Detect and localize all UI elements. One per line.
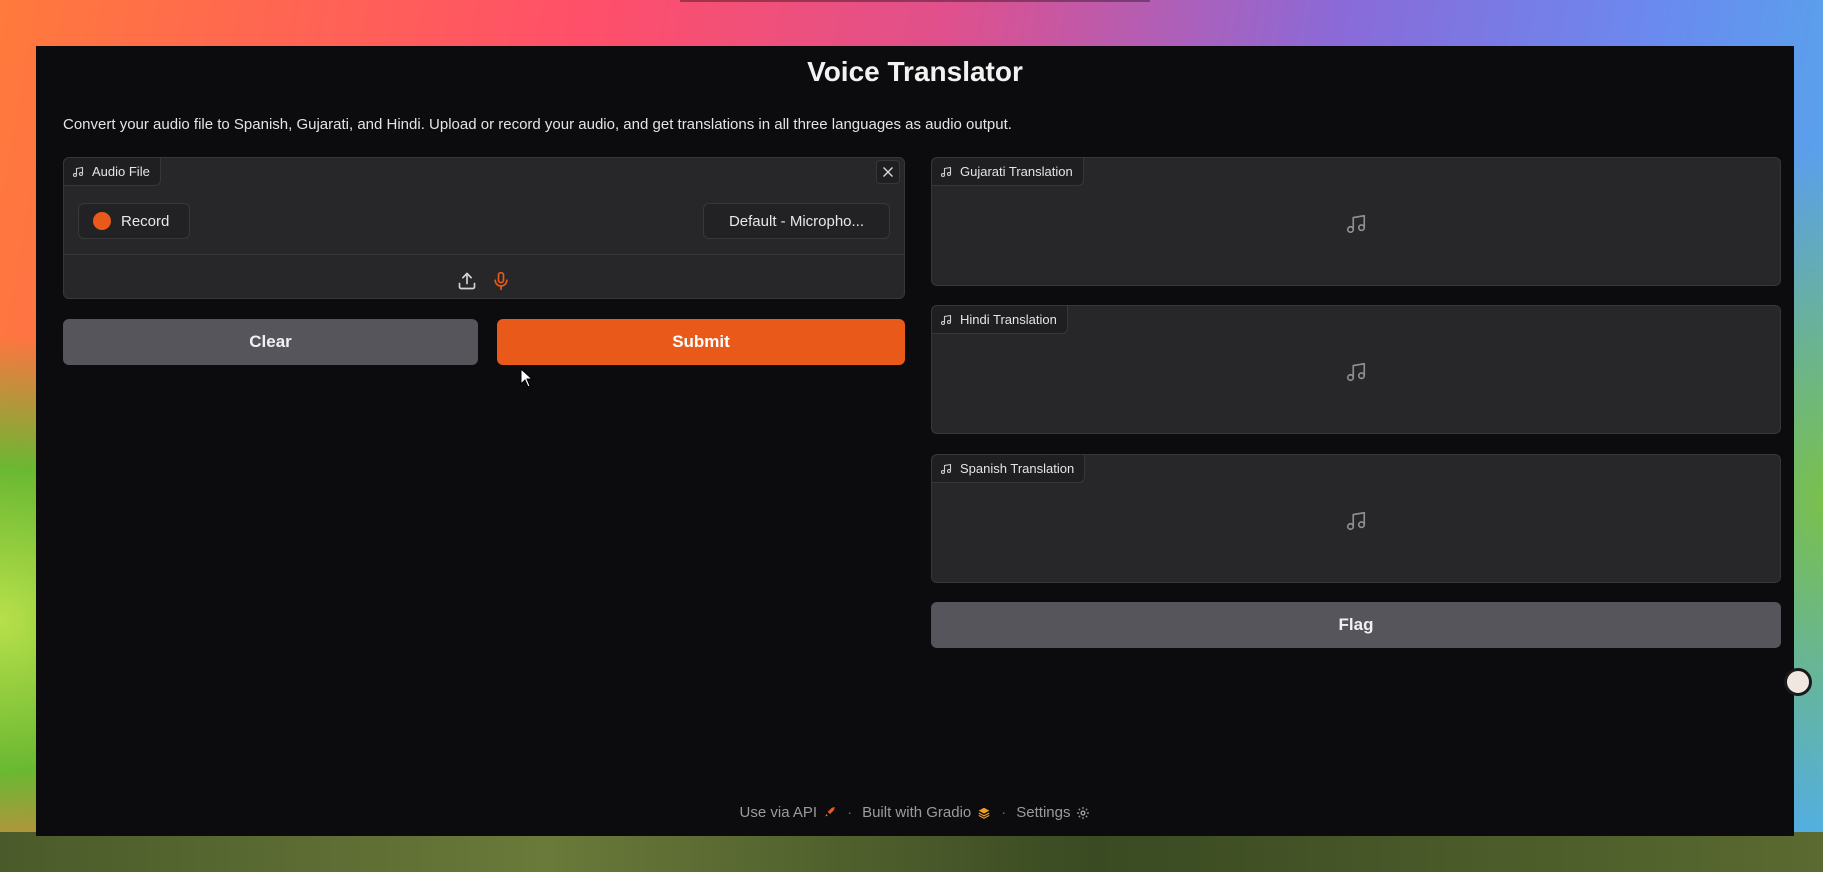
flag-button-label: Flag — [1338, 615, 1374, 634]
record-dot-icon — [93, 212, 111, 230]
microphone-select[interactable]: Default - Micropho... — [703, 203, 890, 239]
use-via-api-label: Use via API — [739, 804, 818, 821]
submit-button[interactable]: Submit — [497, 319, 905, 365]
audio-input-panel: Audio File Record Default - Micropho... — [63, 157, 905, 299]
gradio-logo-icon — [978, 807, 990, 819]
microphone-icon[interactable] — [491, 271, 511, 291]
spanish-output-panel: Spanish Translation — [931, 454, 1781, 583]
hindi-output-label-tag: Hindi Translation — [932, 306, 1068, 334]
side-avatar[interactable] — [1784, 668, 1812, 696]
flag-button[interactable]: Flag — [931, 602, 1781, 648]
spanish-output-label: Spanish Translation — [960, 461, 1075, 476]
audio-input-label: Audio File — [92, 164, 150, 179]
audio-panel-divider — [64, 254, 904, 255]
audio-input-label-tag: Audio File — [64, 158, 161, 186]
app-window: Voice Translator Convert your audio file… — [36, 46, 1794, 836]
microphone-select-value: Default - Micropho... — [728, 212, 865, 230]
clear-audio-button[interactable] — [876, 160, 900, 184]
gujarati-output-label-tag: Gujarati Translation — [932, 158, 1084, 186]
rocket-icon — [825, 806, 835, 816]
music-note-icon — [72, 166, 84, 177]
hindi-output-panel: Hindi Translation — [931, 305, 1781, 434]
mouse-cursor-icon — [520, 368, 534, 388]
empty-audio-icon — [1346, 214, 1366, 234]
built-with-gradio-label: Built with Gradio — [862, 804, 972, 821]
empty-audio-icon — [1346, 362, 1366, 382]
menu-bar-notch — [680, 0, 1150, 2]
desktop-wallpaper-bottom — [0, 832, 1823, 872]
gujarati-output-panel: Gujarati Translation — [931, 157, 1781, 286]
footer-separator: · — [847, 804, 853, 821]
submit-button-label: Submit — [672, 332, 730, 351]
upload-icon[interactable] — [457, 271, 477, 291]
settings-label: Settings — [1016, 804, 1071, 821]
close-icon — [883, 167, 893, 177]
footer: Use via API · Built with Gradio · Settin… — [36, 804, 1794, 821]
gear-icon — [1077, 806, 1090, 819]
audio-source-selector — [64, 266, 904, 296]
music-note-icon — [940, 463, 952, 474]
hindi-output-label: Hindi Translation — [960, 312, 1057, 327]
footer-separator: · — [1001, 804, 1007, 821]
built-with-gradio-link[interactable]: Built with Gradio — [862, 804, 991, 821]
clear-button[interactable]: Clear — [63, 319, 478, 365]
gujarati-output-label: Gujarati Translation — [960, 164, 1073, 179]
record-button-label: Record — [121, 212, 170, 230]
spanish-output-label-tag: Spanish Translation — [932, 455, 1086, 483]
empty-audio-icon — [1346, 511, 1366, 531]
clear-button-label: Clear — [249, 332, 292, 351]
music-note-icon — [940, 166, 952, 177]
page-title: Voice Translator — [807, 56, 1023, 87]
page-description: Convert your audio file to Spanish, Guja… — [63, 116, 1012, 133]
settings-link[interactable]: Settings — [1016, 804, 1090, 821]
record-button[interactable]: Record — [78, 203, 191, 239]
use-via-api-link[interactable]: Use via API — [740, 804, 838, 821]
music-note-icon — [940, 314, 952, 325]
